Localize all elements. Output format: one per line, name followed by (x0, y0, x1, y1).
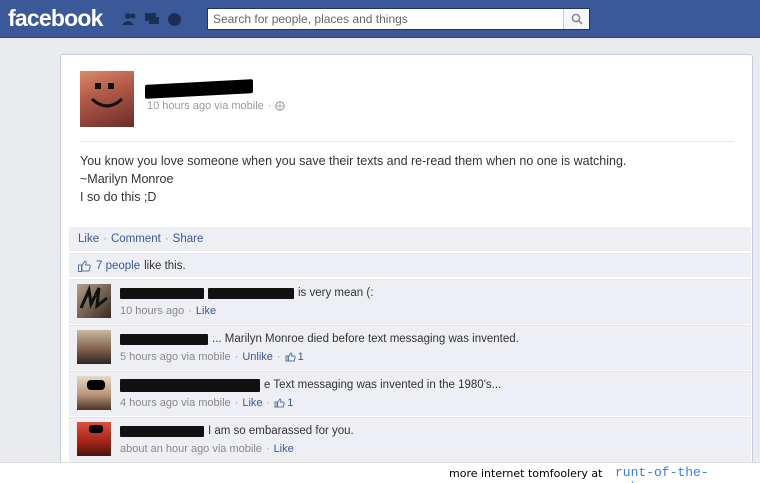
likers-link[interactable]: 7 people (96, 260, 140, 272)
action-separator: · (103, 233, 107, 245)
avatar-scribble-mark (79, 284, 108, 310)
commenter-name-redacted (120, 378, 260, 392)
meta-separator: · (234, 351, 239, 363)
notifications-globe-icon[interactable] (166, 11, 182, 27)
comment-like-count[interactable]: 1 (298, 349, 304, 365)
commenter-avatar[interactable] (77, 376, 111, 410)
commenter-avatar[interactable] (77, 284, 111, 318)
comment-like-link[interactable]: Like (242, 395, 262, 411)
likes-summary: 7 people like this. (69, 253, 751, 277)
friend-requests-icon[interactable] (122, 11, 138, 27)
comment-timestamp[interactable]: 10 hours ago (120, 303, 184, 319)
commenter-avatar[interactable] (77, 330, 111, 364)
thumbs-up-icon (78, 259, 91, 272)
likes-suffix: like this. (144, 259, 186, 272)
comment-like-link[interactable]: Like (196, 303, 216, 319)
commenter-name-redacted (208, 287, 294, 299)
comment: I am so embarassed for you. about an hou… (69, 417, 751, 462)
post-card: 10 hours ago via mobile · You know you l… (60, 54, 753, 474)
post-divider (80, 141, 734, 142)
commenter-name-redacted (120, 287, 204, 299)
search-button[interactable] (563, 9, 589, 29)
public-globe-icon[interactable] (275, 101, 286, 111)
share-link[interactable]: Share (173, 233, 204, 245)
comment-unlike-link[interactable]: Unlike (242, 349, 273, 365)
commenter-avatar[interactable] (77, 422, 111, 456)
comment-timestamp[interactable]: 4 hours ago via mobile (120, 395, 231, 411)
meta-separator: · (266, 397, 271, 409)
search-icon (571, 13, 583, 25)
avatar-eye-mark (95, 83, 101, 89)
meta-separator: · (265, 443, 270, 455)
comment: e Text messaging was invented in the 198… (69, 371, 751, 416)
like-count-thumb-icon (285, 352, 296, 362)
avatar-redaction-mark (89, 425, 103, 433)
footer-banner: more internet tomfoolery at runt-of-the-… (0, 462, 760, 483)
top-bar: facebook (0, 0, 760, 38)
comment-text: I am so embarassed for you. (208, 425, 354, 437)
post-text-line: You know you love someone when you save … (80, 154, 627, 168)
comment-link[interactable]: Comment (111, 233, 161, 245)
comment-text: is very mean (: (298, 287, 374, 299)
like-count-thumb-icon (274, 398, 285, 408)
comment-like-link[interactable]: Like (274, 441, 294, 457)
comment-text: e Text messaging was invented in the 198… (264, 379, 502, 391)
avatar-redaction-mark (87, 380, 105, 390)
post-meta: 10 hours ago via mobile · (147, 100, 286, 112)
author-name-redacted (145, 79, 253, 99)
comment-timestamp[interactable]: 5 hours ago via mobile (120, 349, 231, 365)
comment: ... Marilyn Monroe died before text mess… (69, 325, 751, 370)
comment-text: ... Marilyn Monroe died before text mess… (212, 333, 519, 345)
comment: is very mean (: 10 hours ago · Like (69, 279, 751, 324)
commenter-name-redacted (120, 333, 208, 345)
comment-timestamp[interactable]: about an hour ago via mobile (120, 441, 262, 457)
author-avatar[interactable] (80, 71, 134, 127)
meta-separator: · (267, 100, 272, 112)
post-text-line: ~Marilyn Monroe (80, 172, 174, 186)
meta-separator: · (188, 305, 192, 317)
avatar-smile-mark (90, 97, 124, 108)
comment-like-count[interactable]: 1 (287, 395, 293, 411)
search-input[interactable] (208, 9, 563, 29)
avatar-eye-mark (108, 83, 114, 89)
post-body: You know you love someone when you save … (80, 152, 740, 206)
post-actions: Like · Comment · Share (69, 227, 751, 251)
meta-separator: · (276, 351, 281, 363)
facebook-logo[interactable]: facebook (8, 5, 103, 32)
action-separator: · (164, 233, 169, 245)
meta-separator: · (234, 397, 239, 409)
footer-site-link[interactable]: runt-of-the-web.com (615, 465, 760, 483)
post-text-line: I so do this ;D (80, 190, 157, 204)
like-link[interactable]: Like (78, 233, 99, 245)
messages-icon[interactable] (144, 11, 160, 27)
notification-jewels (122, 11, 182, 27)
commenter-name-redacted (120, 425, 204, 437)
footer-text: more internet tomfoolery at (449, 467, 603, 480)
search-bar (207, 8, 590, 30)
post-timestamp[interactable]: 10 hours ago via mobile (147, 100, 264, 112)
